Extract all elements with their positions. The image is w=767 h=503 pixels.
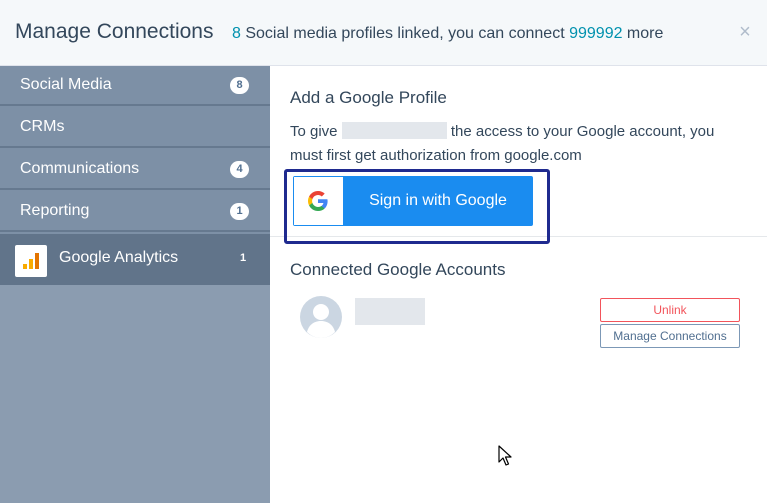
add-profile-title: Add a Google Profile bbox=[290, 88, 447, 107]
close-icon[interactable]: × bbox=[735, 22, 755, 42]
modal-title: Manage Connections bbox=[15, 20, 214, 43]
remaining-count: 999992 bbox=[569, 25, 623, 42]
sign-in-label: Sign in with Google bbox=[369, 192, 507, 209]
sidebar-item-label: Communications bbox=[20, 160, 140, 177]
modal-header: Manage Connections 8 Social media profil… bbox=[0, 0, 767, 66]
auth-description: To give the access to your Google accoun… bbox=[290, 120, 750, 168]
sidebar-item-badge: 4 bbox=[230, 161, 249, 178]
manage-connections-button[interactable]: Manage Connections bbox=[600, 324, 740, 348]
sidebar-item-label: Google Analytics bbox=[59, 249, 179, 266]
linked-count: 8 bbox=[232, 25, 241, 42]
sidebar-item-communications[interactable]: Communications 4 bbox=[0, 150, 270, 190]
sign-in-with-google-button[interactable]: Sign in with Google bbox=[293, 176, 533, 226]
sidebar-item-badge: 8 bbox=[230, 77, 249, 94]
main-panel: Add a Google Profile To give the access … bbox=[270, 66, 767, 503]
unlink-button[interactable]: Unlink bbox=[600, 298, 740, 322]
sidebar-item-label: CRMs bbox=[20, 118, 65, 135]
sidebar: Social Media 8 CRMs Communications 4 Rep… bbox=[0, 66, 270, 503]
sidebar-item-reporting[interactable]: Reporting 1 bbox=[0, 192, 270, 232]
desc-text-start: To give bbox=[290, 123, 342, 140]
sidebar-item-google-analytics[interactable]: Google Analytics 1 bbox=[0, 234, 270, 285]
summary-text: Social media profiles linked, you can co… bbox=[240, 25, 570, 42]
redacted-app-name bbox=[341, 122, 447, 139]
sidebar-item-badge: 1 bbox=[230, 203, 249, 220]
google-analytics-icon bbox=[15, 245, 47, 277]
sidebar-item-count: 1 bbox=[240, 252, 247, 264]
summary-end: more bbox=[622, 25, 664, 42]
avatar bbox=[300, 296, 342, 338]
google-logo-icon bbox=[294, 177, 343, 225]
sidebar-item-crms[interactable]: CRMs bbox=[0, 108, 270, 148]
redacted-account-name bbox=[355, 298, 425, 325]
mouse-cursor-icon bbox=[498, 445, 512, 472]
connections-summary: 8 Social media profiles linked, you can … bbox=[232, 25, 663, 43]
sidebar-item-social-media[interactable]: Social Media 8 bbox=[0, 66, 270, 106]
connected-accounts-title: Connected Google Accounts bbox=[290, 260, 506, 279]
sidebar-item-label: Reporting bbox=[20, 202, 90, 219]
sidebar-empty-area bbox=[0, 285, 270, 503]
sidebar-item-label: Social Media bbox=[20, 76, 112, 93]
